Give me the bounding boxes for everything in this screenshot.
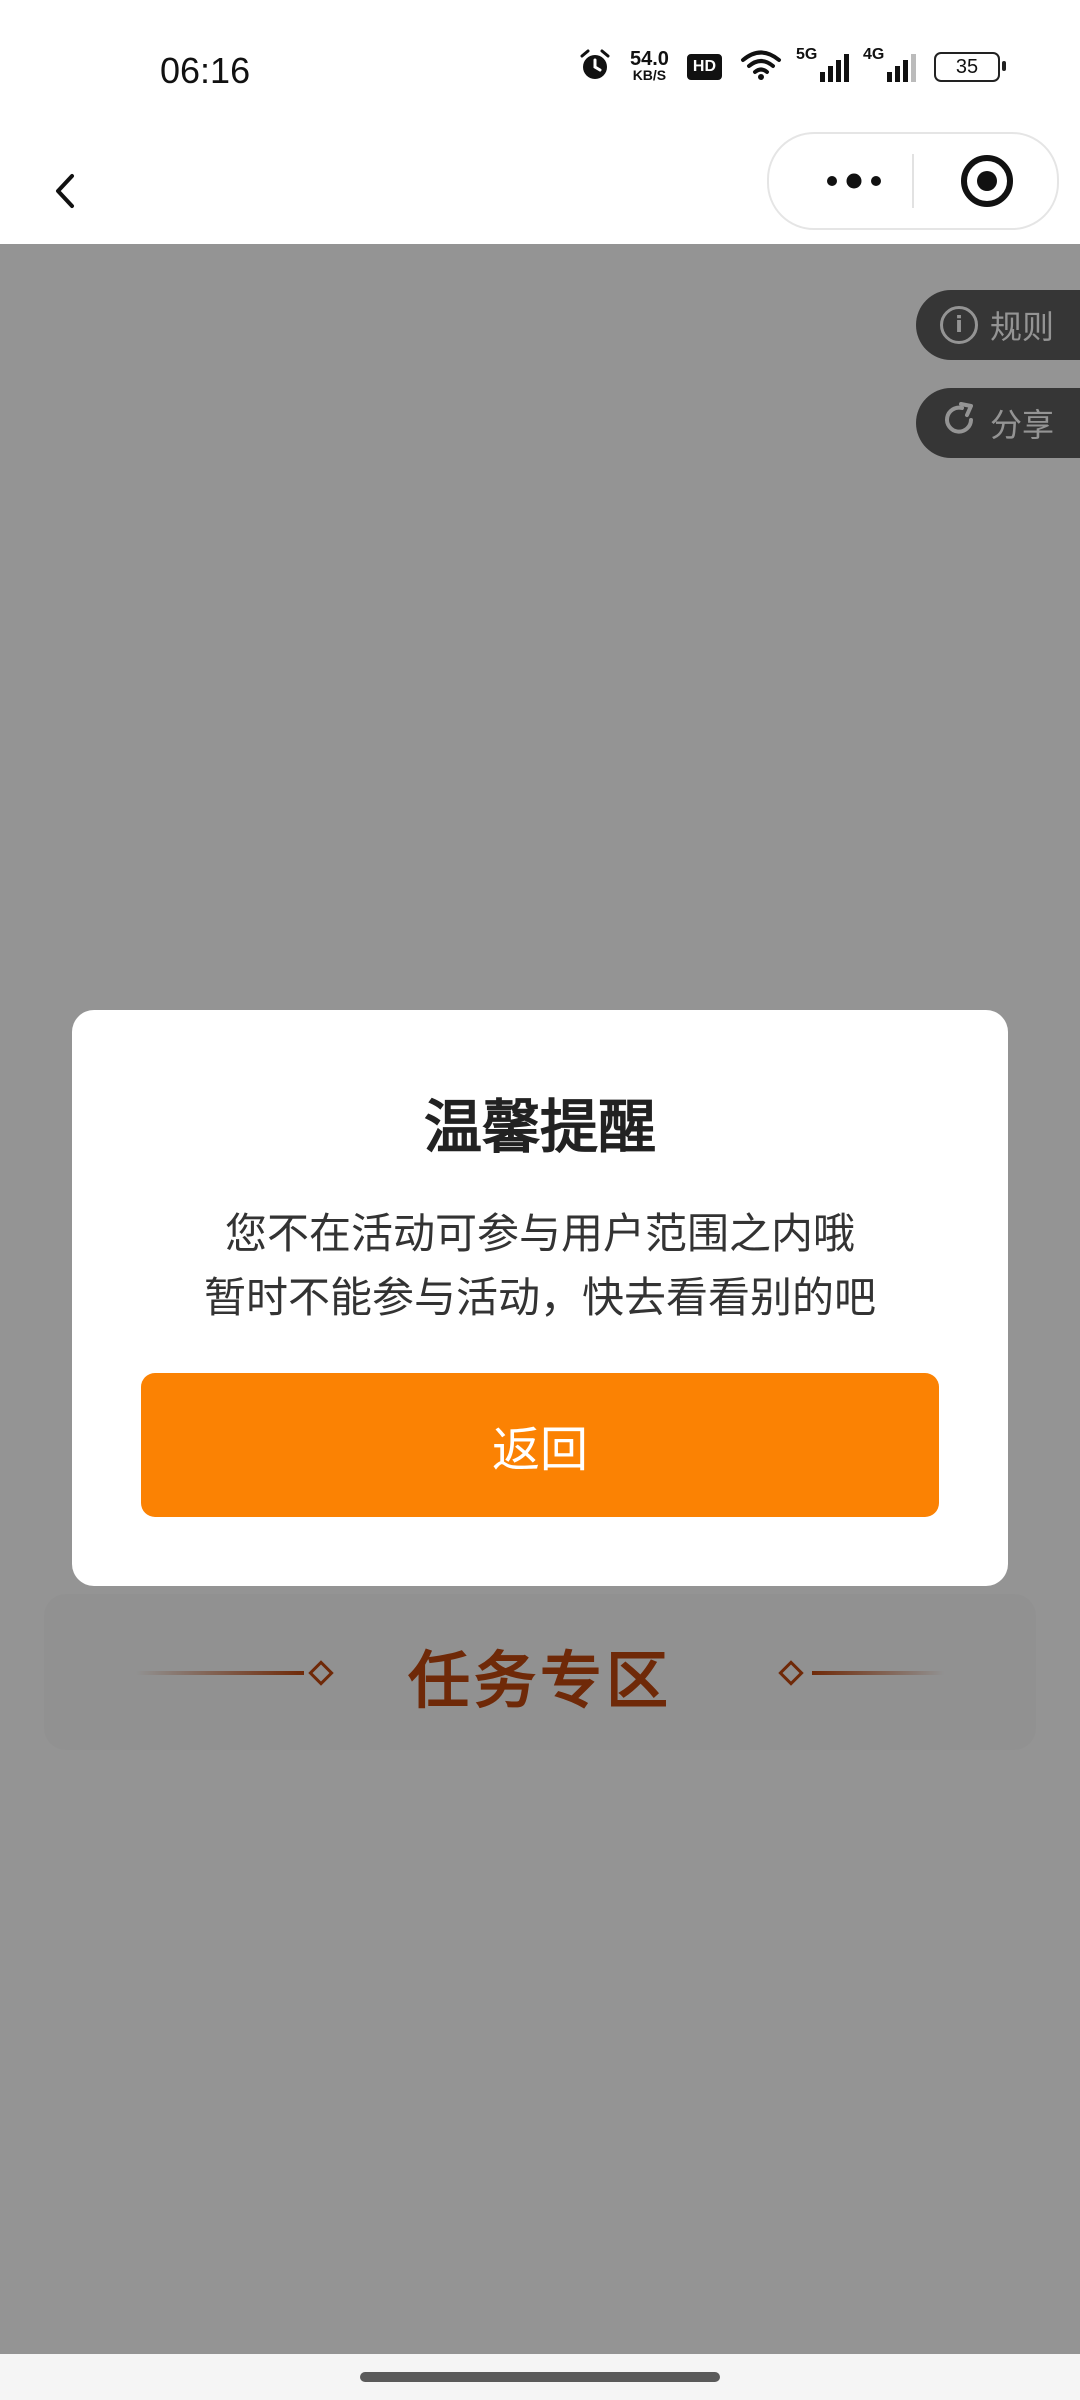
status-icons: 54.0 KB/S HD 5G 4G 35: [578, 46, 1006, 86]
return-button[interactable]: 返回: [141, 1373, 939, 1517]
signal-5g-label: 5G: [796, 46, 818, 63]
dialog-message: 您不在活动可参与用户范围之内哦 暂时不能参与活动，快去看看别的吧: [72, 1202, 1008, 1330]
close-button[interactable]: [959, 153, 1015, 209]
signal-5g-icon: 5G: [796, 46, 849, 82]
network-speed-unit: KB/S: [632, 67, 667, 83]
notice-dialog: 温馨提醒 您不在活动可参与用户范围之内哦 暂时不能参与活动，快去看看别的吧 返回: [72, 1010, 1008, 1586]
more-dots-icon: [827, 173, 881, 189]
network-speed-value: 54.0: [629, 48, 669, 70]
dialog-message-line1: 您不在活动可参与用户范围之内哦: [224, 1209, 855, 1258]
status-bar: 06:16 54.0 KB/S HD 5G 4G 35: [0, 0, 1080, 140]
gesture-bar: [0, 2354, 1080, 2400]
more-button[interactable]: [809, 134, 899, 228]
status-time: 06:16: [160, 50, 251, 91]
dialog-title: 温馨提醒: [423, 1093, 656, 1161]
home-indicator[interactable]: [360, 2372, 720, 2382]
signal-4g-icon: 4G: [863, 46, 916, 82]
dialog-message-line2: 暂时不能参与活动，快去看看别的吧: [203, 1273, 876, 1322]
target-circle-icon: [961, 155, 1013, 207]
battery-icon: 35: [934, 52, 1006, 82]
wifi-icon: [740, 49, 782, 85]
chevron-left-icon: [56, 174, 74, 208]
hd-badge: HD: [686, 54, 722, 80]
back-button[interactable]: [38, 160, 98, 220]
battery-level: 35: [955, 55, 979, 78]
alarm-icon: [578, 48, 612, 86]
network-speed: 54.0 KB/S: [629, 48, 669, 83]
capsule-divider: [912, 154, 914, 208]
mini-program-capsule: [767, 132, 1059, 230]
signal-4g-label: 4G: [863, 46, 885, 63]
